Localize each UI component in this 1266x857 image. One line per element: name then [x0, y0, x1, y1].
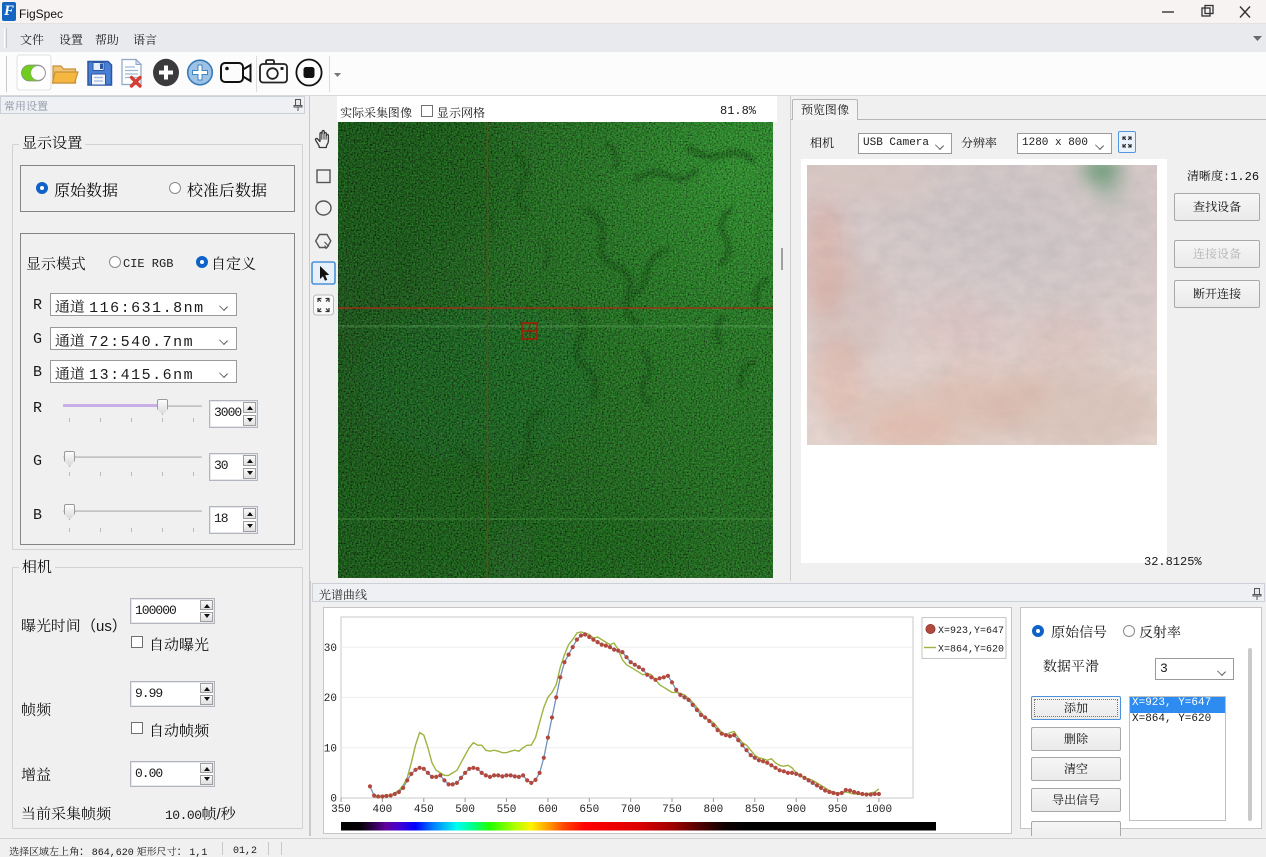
svg-text:X=923,Y=647: X=923,Y=647: [938, 626, 1004, 637]
svg-text:650: 650: [579, 804, 599, 816]
svg-text:800: 800: [703, 804, 723, 816]
svg-text:550: 550: [497, 804, 517, 816]
svg-text:600: 600: [538, 804, 558, 816]
svg-text:850: 850: [745, 804, 765, 816]
svg-text:30: 30: [324, 643, 337, 655]
svg-text:1000: 1000: [866, 804, 892, 816]
svg-text:20: 20: [324, 693, 337, 705]
svg-text:10: 10: [324, 744, 337, 756]
svg-text:X=864,Y=620: X=864,Y=620: [938, 645, 1004, 656]
svg-text:0: 0: [330, 794, 337, 806]
svg-text:750: 750: [662, 804, 682, 816]
svg-text:450: 450: [414, 804, 434, 816]
svg-text:350: 350: [331, 804, 351, 816]
svg-text:950: 950: [828, 804, 848, 816]
svg-text:700: 700: [621, 804, 641, 816]
svg-text:500: 500: [455, 804, 475, 816]
svg-text:900: 900: [786, 804, 806, 816]
svg-text:400: 400: [372, 804, 392, 816]
